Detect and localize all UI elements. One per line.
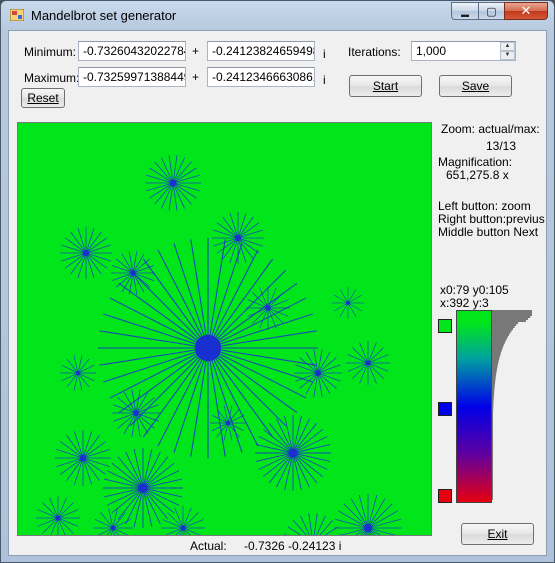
start-button-label: Start [372, 79, 399, 93]
exit-button-label: Exit [487, 527, 508, 541]
plus-sign-2: + [192, 70, 200, 84]
maximize-button[interactable]: ▢ [478, 2, 504, 20]
actual-label: Actual: [190, 539, 227, 553]
color-swatch-low[interactable] [438, 489, 452, 503]
coords-current: x:392 y:3 [440, 296, 489, 310]
fractal-filaments [36, 155, 402, 535]
exit-button[interactable]: Exit [461, 523, 534, 545]
app-window: Mandelbrot set generator ▬ ▢ ✕ Minimum: … [0, 0, 555, 563]
spin-down-icon[interactable]: ▼ [500, 51, 515, 60]
close-button[interactable]: ✕ [504, 2, 548, 20]
iterations-stepper[interactable]: 1,000 ▲ ▼ [411, 41, 516, 61]
imag-suffix-1: i [323, 47, 326, 61]
help-right-button: Right button:previus [438, 212, 545, 226]
magnification-value: 651,275.8 x [446, 168, 509, 182]
plus-sign-1: + [192, 44, 200, 58]
save-button-label: Save [461, 79, 490, 93]
imag-suffix-2: i [323, 73, 326, 87]
reset-button-label: Reset [27, 91, 59, 105]
coords-start: x0:79 y0:105 [440, 283, 509, 297]
help-left-button: Left button: zoom [438, 199, 531, 213]
min-real-input[interactable]: -0.73260432022784 [78, 41, 186, 61]
close-icon: ✕ [520, 3, 532, 18]
spin-arrows: ▲ ▼ [500, 42, 515, 60]
app-icon [10, 9, 24, 21]
help-middle-button: Middle button Next [438, 225, 539, 239]
color-swatch-mid[interactable] [438, 402, 452, 416]
fractal-image[interactable] [18, 123, 431, 535]
color-gradient-bar [456, 310, 492, 503]
magnification-label: Magnification: [438, 155, 513, 169]
minimize-icon: ▬ [461, 9, 469, 19]
min-imag-input[interactable]: -0.24123824659498 [207, 41, 315, 61]
caption-buttons: ▬ ▢ ✕ [451, 2, 548, 21]
start-button[interactable]: Start [349, 75, 422, 97]
iterations-label: Iterations: [348, 45, 401, 59]
maximize-icon: ▢ [486, 5, 497, 18]
max-imag-input[interactable]: -0.24123466630861 [207, 67, 315, 87]
client-area: Minimum: -0.73260432022784 + -0.24123824… [8, 30, 547, 556]
title-bar[interactable]: Mandelbrot set generator ▬ ▢ ✕ [1, 1, 554, 29]
max-real-input[interactable]: -0.73259971388449 [78, 67, 186, 87]
reset-button[interactable]: Reset [21, 88, 65, 108]
minimize-button[interactable]: ▬ [451, 2, 478, 20]
iteration-histogram [492, 310, 532, 500]
spin-up-icon[interactable]: ▲ [500, 42, 515, 51]
color-swatch-high[interactable] [438, 319, 452, 333]
fractal-canvas[interactable] [17, 122, 432, 536]
save-button[interactable]: Save [439, 75, 512, 97]
minimum-label: Minimum: [24, 45, 77, 59]
actual-value: -0.7326 -0.24123 i [244, 539, 342, 553]
window-title: Mandelbrot set generator [31, 8, 177, 23]
zoom-label: Zoom: actual/max: [441, 122, 540, 136]
histogram-strokes [492, 310, 532, 500]
maximum-label: Maximum: [24, 71, 80, 85]
zoom-value: 13/13 [486, 139, 517, 153]
